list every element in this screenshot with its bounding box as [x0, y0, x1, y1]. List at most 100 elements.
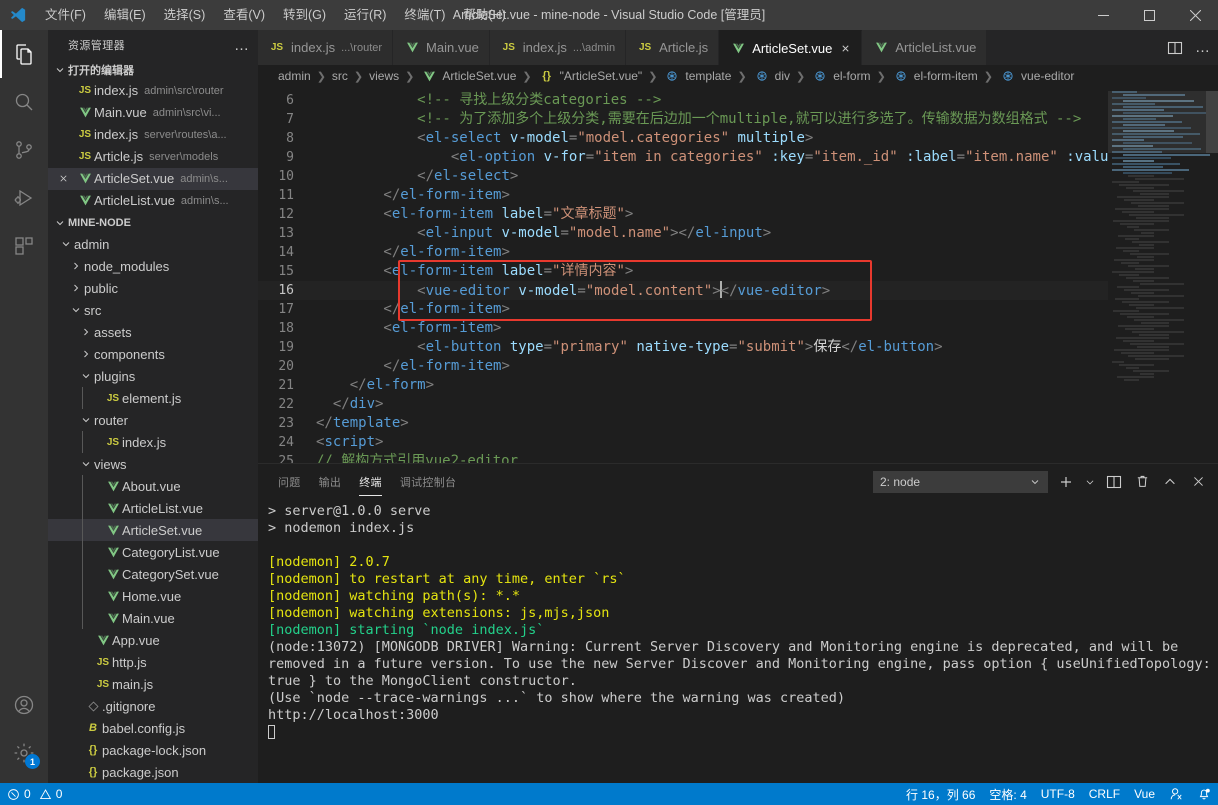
breadcrumb-item[interactable]: el-form-item	[892, 69, 978, 83]
file-tree-item[interactable]: public	[48, 277, 258, 299]
close-tab-icon[interactable]	[840, 43, 851, 54]
file-tree-item[interactable]: JSmain.js	[48, 673, 258, 695]
extensions-icon[interactable]	[0, 222, 48, 270]
breadcrumb-item[interactable]: vue-editor	[999, 69, 1074, 83]
split-terminal-icon[interactable]	[1104, 471, 1124, 493]
code-line[interactable]: 6 <!-- 寻找上级分类categories -->	[258, 91, 1108, 110]
code-line[interactable]: 19 <el-button type="primary" native-type…	[258, 338, 1108, 357]
feedback-smiley-icon[interactable]	[1162, 783, 1190, 805]
new-terminal-button[interactable]	[1056, 471, 1076, 493]
code-editor[interactable]: 6 <!-- 寻找上级分类categories -->7 <!-- 为了添加多个…	[258, 87, 1218, 463]
file-tree-item[interactable]: router	[48, 409, 258, 431]
file-tree-item[interactable]: JSelement.js	[48, 387, 258, 409]
editor-tab[interactable]: Main.vue	[393, 30, 490, 65]
new-terminal-dropdown-icon[interactable]	[1084, 471, 1096, 493]
breadcrumb-item[interactable]: admin	[278, 69, 311, 83]
file-tree-item[interactable]: src	[48, 299, 258, 321]
editor-scrollbar[interactable]	[1206, 87, 1218, 463]
file-tree-item[interactable]: App.vue	[48, 629, 258, 651]
search-icon[interactable]	[0, 78, 48, 126]
file-tree-item[interactable]: CategorySet.vue	[48, 563, 258, 585]
panel-tab[interactable]: 终端	[359, 464, 382, 499]
file-tree-item[interactable]: Bbabel.config.js	[48, 717, 258, 739]
open-editor-item[interactable]: JSindex.jsadmin\src\router	[48, 80, 258, 102]
code-lines[interactable]: 6 <!-- 寻找上级分类categories -->7 <!-- 为了添加多个…	[258, 87, 1108, 463]
status-eol[interactable]: CRLF	[1082, 783, 1127, 805]
file-tree-item[interactable]: node_modules	[48, 255, 258, 277]
breadcrumb-item[interactable]: div	[753, 69, 790, 83]
open-editor-item[interactable]: JSindex.jsserver\routes\a...	[48, 124, 258, 146]
code-line[interactable]: 23</template>	[258, 414, 1108, 433]
kill-terminal-icon[interactable]	[1132, 471, 1152, 493]
maximize-button[interactable]	[1126, 0, 1172, 30]
editor-tab[interactable]: JSindex.js...\router	[258, 30, 393, 65]
minimap[interactable]	[1108, 87, 1218, 463]
file-tree-item[interactable]: Main.vue	[48, 607, 258, 629]
menu-view[interactable]: 查看(V)	[214, 0, 274, 30]
notifications-bell-icon[interactable]	[1190, 783, 1218, 805]
scrollbar-thumb[interactable]	[1206, 91, 1218, 153]
status-encoding[interactable]: UTF-8	[1034, 783, 1082, 805]
open-editor-item[interactable]: Main.vueadmin\src\vi...	[48, 102, 258, 124]
terminal-output[interactable]: > server@1.0.0 serve> nodemon index.js […	[258, 499, 1218, 783]
code-scroll-area[interactable]: 6 <!-- 寻找上级分类categories -->7 <!-- 为了添加多个…	[258, 87, 1108, 463]
file-tree-item[interactable]: plugins	[48, 365, 258, 387]
code-line[interactable]: 12 <el-form-item label="文章标题">	[258, 205, 1108, 224]
code-line[interactable]: 18 <el-form-item>	[258, 319, 1108, 338]
file-tree-item[interactable]: .gitignore	[48, 695, 258, 717]
open-editor-item[interactable]: ArticleList.vueadmin\s...	[48, 190, 258, 212]
file-tree-item[interactable]: CategoryList.vue	[48, 541, 258, 563]
code-line[interactable]: 16 <vue-editor v-model="model.content"><…	[258, 281, 1108, 300]
code-line[interactable]: 11 </el-form-item>	[258, 186, 1108, 205]
file-tree-item[interactable]: ArticleList.vue	[48, 497, 258, 519]
editor-tab[interactable]: JSArticle.js	[626, 30, 719, 65]
breadcrumb-item[interactable]: views	[369, 69, 399, 83]
file-tree-item[interactable]: admin	[48, 233, 258, 255]
file-tree-item[interactable]: ArticleSet.vue	[48, 519, 258, 541]
explorer-icon[interactable]	[0, 30, 48, 78]
editor-tab[interactable]: ArticleSet.vue	[719, 30, 862, 65]
breadcrumb-item[interactable]: src	[332, 69, 348, 83]
panel-tab[interactable]: 调试控制台	[400, 464, 457, 499]
menu-edit[interactable]: 编辑(E)	[95, 0, 155, 30]
section-workspace[interactable]: MINE-NODE	[48, 214, 258, 233]
file-tree-item[interactable]: assets	[48, 321, 258, 343]
run-debug-icon[interactable]	[0, 174, 48, 222]
editor-tab[interactable]: ArticleList.vue	[862, 30, 987, 65]
open-editor-item[interactable]: ArticleSet.vueadmin\s...	[48, 168, 258, 190]
open-editor-item[interactable]: JSArticle.jsserver\models	[48, 146, 258, 168]
menu-file[interactable]: 文件(F)	[36, 0, 95, 30]
close-editor-icon[interactable]	[58, 173, 76, 184]
code-line[interactable]: 21 </el-form>	[258, 376, 1108, 395]
code-line[interactable]: 10 </el-select>	[258, 167, 1108, 186]
terminal-select[interactable]: 2: node	[873, 471, 1048, 493]
code-line[interactable]: 7 <!-- 为了添加多个上级分类,需要在后边加一个multiple,就可以进行…	[258, 110, 1108, 129]
close-panel-icon[interactable]	[1188, 471, 1208, 493]
menu-help[interactable]: 帮助(H)	[454, 0, 514, 30]
sidebar-more-icon[interactable]: …	[234, 37, 250, 54]
account-icon[interactable]	[0, 681, 48, 729]
code-line[interactable]: 25// 解构方式引用vue2-editor	[258, 452, 1108, 463]
editor-more-icon[interactable]: …	[1195, 43, 1210, 53]
code-line[interactable]: 24<script>	[258, 433, 1108, 452]
code-line[interactable]: 8 <el-select v-model="model.categories" …	[258, 129, 1108, 148]
code-line[interactable]: 17 </el-form-item>	[258, 300, 1108, 319]
panel-tab[interactable]: 输出	[319, 464, 342, 499]
minimap-slider[interactable]	[1108, 91, 1206, 153]
status-problems[interactable]: 0 0	[0, 783, 69, 805]
status-language-mode[interactable]: Vue	[1127, 783, 1162, 805]
editor-tab[interactable]: JSindex.js...\admin	[490, 30, 626, 65]
minimize-button[interactable]	[1080, 0, 1126, 30]
panel-tab[interactable]: 问题	[278, 464, 301, 499]
code-line[interactable]: 13 <el-input v-model="model.name"></el-i…	[258, 224, 1108, 243]
file-tree-item[interactable]: views	[48, 453, 258, 475]
code-line[interactable]: 9 <el-option v-for="item in categories" …	[258, 148, 1108, 167]
code-line[interactable]: 22 </div>	[258, 395, 1108, 414]
status-indentation[interactable]: 空格: 4	[982, 783, 1033, 805]
code-line[interactable]: 15 <el-form-item label="详情内容">	[258, 262, 1108, 281]
file-tree-item[interactable]: Home.vue	[48, 585, 258, 607]
code-line[interactable]: 20 </el-form-item>	[258, 357, 1108, 376]
source-control-icon[interactable]	[0, 126, 48, 174]
breadcrumb-item[interactable]: ArticleSet.vue	[420, 69, 516, 83]
menu-run[interactable]: 运行(R)	[335, 0, 395, 30]
